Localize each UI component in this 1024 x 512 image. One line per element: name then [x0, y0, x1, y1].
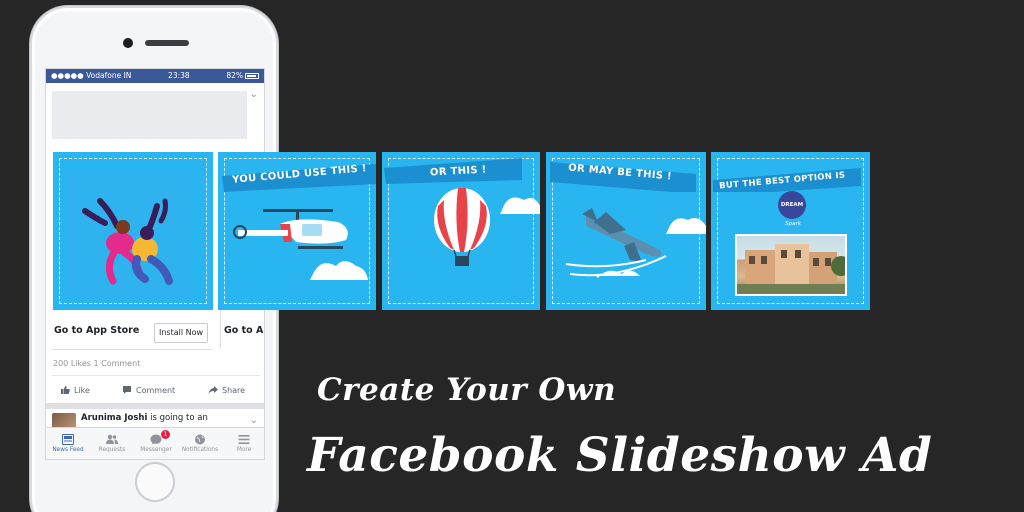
chevron-down-icon[interactable]: ⌄ — [250, 89, 258, 100]
divider — [52, 375, 260, 376]
post-text: is going to an — [147, 413, 208, 423]
villa-building-image — [737, 244, 845, 294]
property-photo — [735, 234, 847, 296]
globe-icon — [195, 434, 205, 445]
card-divider-vertical — [220, 309, 221, 349]
comment-button[interactable]: Comment — [122, 385, 175, 395]
slide-3-balloon[interactable]: OR THIS ! — [382, 152, 540, 310]
headline-line-1: Create Your Own — [317, 372, 617, 408]
headline-line-2: Facebook Slideshow Ad — [307, 428, 933, 483]
brand-logo: DREAM — [778, 191, 806, 219]
news-feed-icon — [62, 434, 74, 445]
helicopter-illustration — [233, 209, 368, 280]
airplane-illustration — [565, 208, 706, 278]
slide-1-skydivers[interactable] — [53, 152, 213, 310]
battery-indicator: 82% — [226, 69, 259, 83]
friend-requests-icon — [106, 434, 118, 444]
clock-label: 23:38 — [168, 71, 190, 80]
card-divider — [52, 349, 212, 350]
slide-5-best-option[interactable]: BUT THE BEST OPTION IS DREAM Spark — [711, 152, 870, 310]
engagement-stats[interactable]: 200 Likes 1 Comment — [53, 359, 140, 368]
cta-title-next[interactable]: Go to A — [224, 325, 263, 336]
post-options-chevron-icon[interactable]: ⌄ — [250, 415, 258, 426]
carrier-label: ●●●●● Vodafone IN — [51, 71, 132, 80]
comment-icon — [123, 386, 131, 394]
install-now-button[interactable]: Install Now — [154, 323, 208, 343]
tab-requests[interactable]: Requests — [90, 428, 134, 459]
cta-title[interactable]: Go to App Store — [54, 325, 139, 336]
share-icon — [208, 386, 218, 394]
menu-icon — [238, 435, 250, 444]
home-button[interactable] — [135, 462, 175, 502]
slide-illustration-panel — [65, 171, 192, 298]
front-camera — [123, 38, 133, 48]
previous-post-image — [52, 91, 247, 139]
slide-4-airplane[interactable]: OR MAY BE THIS ! — [546, 152, 706, 310]
tab-messenger[interactable]: 1 Messenger — [134, 428, 178, 459]
brand-subtitle: Spark — [785, 221, 801, 227]
tab-notifications[interactable]: Notifications — [178, 428, 222, 459]
thumbs-up-icon — [61, 386, 70, 394]
tab-more[interactable]: More — [222, 428, 264, 459]
share-button[interactable]: Share — [208, 385, 245, 395]
feed-separator — [46, 403, 264, 409]
slide-2-helicopter[interactable]: YOU COULD USE THIS ! — [218, 152, 376, 310]
status-bar: ●●●●● Vodafone IN 23:38 82% — [46, 69, 264, 83]
post-author[interactable]: Arunima Joshi — [81, 413, 147, 423]
skydivers-illustration — [82, 198, 173, 285]
bottom-tab-bar: News Feed Requests 1 Messenger Notificat… — [46, 427, 264, 459]
unread-badge: 1 — [161, 430, 170, 439]
battery-icon — [245, 73, 259, 79]
tab-news-feed[interactable]: News Feed — [46, 428, 90, 459]
likes-count[interactable]: 200 Likes — [53, 359, 91, 368]
earpiece-speaker — [145, 40, 189, 46]
balloon-illustration — [434, 188, 540, 266]
like-button[interactable]: Like — [60, 385, 90, 395]
comments-count[interactable]: 1 Comment — [93, 359, 140, 368]
